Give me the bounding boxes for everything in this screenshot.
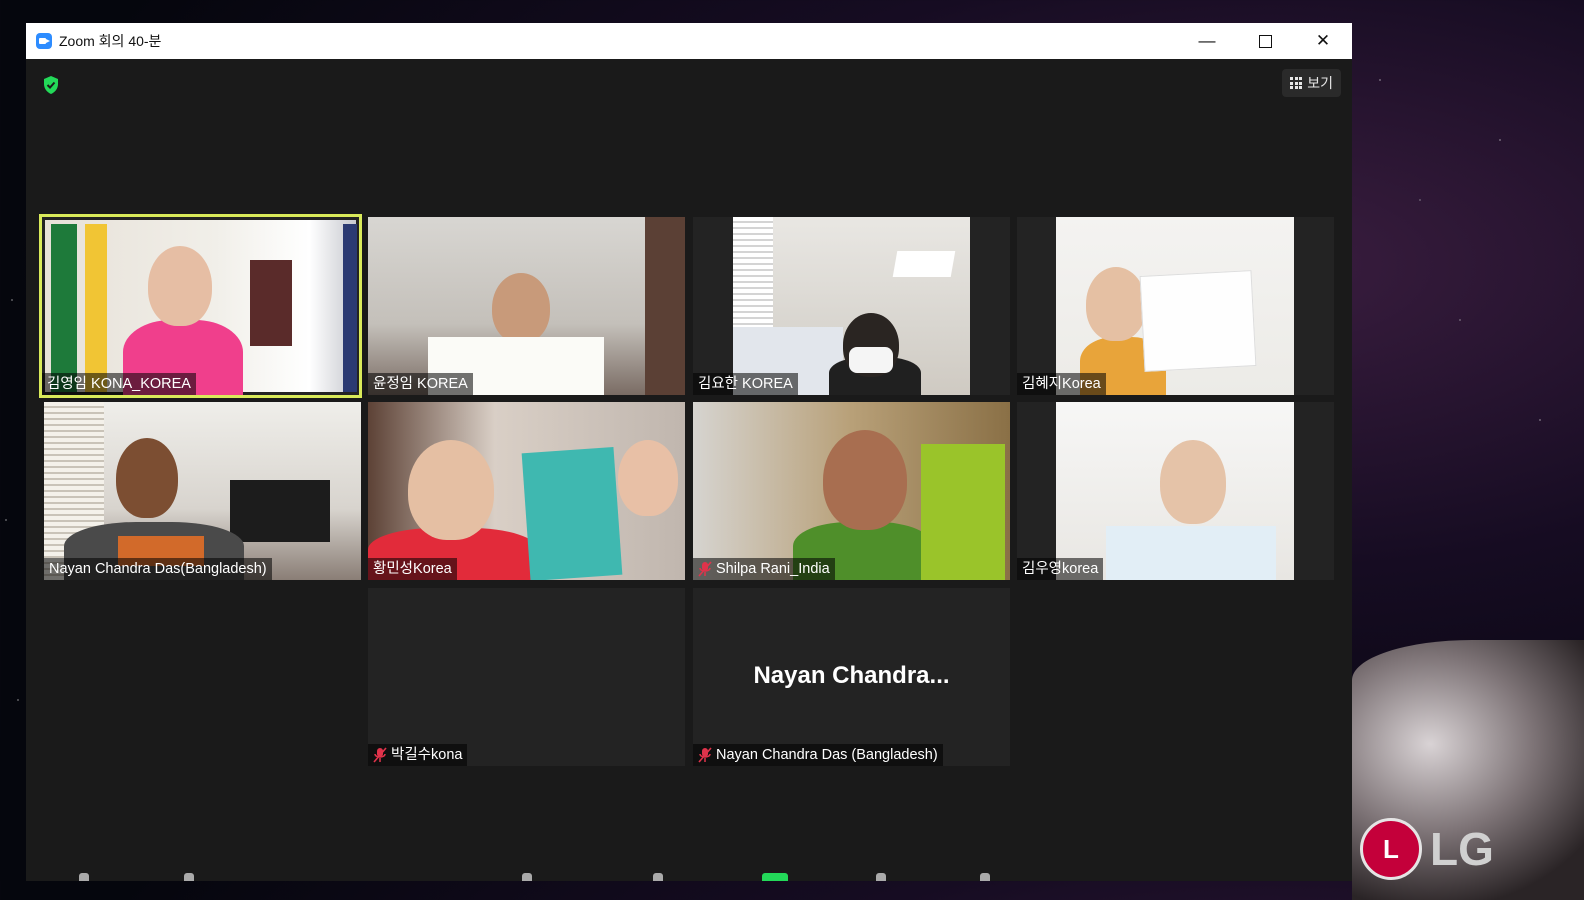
participant-name: 박길수kona (368, 744, 468, 766)
maximize-icon (1258, 34, 1272, 48)
shield-check-icon[interactable] (43, 76, 59, 94)
toolbar-participants-icon[interactable] (522, 873, 532, 881)
flag-prop (343, 224, 357, 392)
person-face (1086, 267, 1146, 341)
book-prop (921, 444, 1005, 580)
minimize-button[interactable]: — (1178, 23, 1236, 59)
person-face (116, 438, 178, 518)
video-feed (1056, 217, 1294, 395)
video-feed (368, 402, 685, 580)
participant-name: 김우영korea (1017, 558, 1104, 580)
video-tile-kim-yohan[interactable]: 김요한 KOREA (693, 217, 1010, 395)
drawing-paper (1139, 270, 1257, 372)
toolbar-reactions-icon[interactable] (980, 873, 990, 881)
video-tile-park-gilsu[interactable]: 박길수kona (368, 588, 685, 766)
book-prop (250, 260, 292, 346)
sign-banner-yellow (85, 224, 107, 392)
video-feed (733, 217, 970, 395)
participant-name: 김영임 KONA_KOREA (42, 373, 196, 395)
person-face-2 (618, 440, 678, 516)
video-tile-kim-youngim[interactable]: 김영임 KONA_KOREA (39, 214, 362, 398)
lg-logo-text: LG (1430, 823, 1494, 875)
video-feed (693, 402, 1010, 580)
lg-logo-mark: L (1360, 818, 1422, 880)
video-tile-shilpa[interactable]: Shilpa Rani_India (693, 402, 1010, 580)
close-icon: ✕ (1315, 31, 1331, 50)
person-face (823, 430, 907, 530)
participant-name: Nayan Chandra Das(Bangladesh) (44, 558, 272, 580)
video-feed (1056, 402, 1294, 580)
video-tile-hwang-minseong[interactable]: 황민성Korea (368, 402, 685, 580)
person-face (492, 273, 550, 343)
participant-name: 황민성Korea (368, 558, 457, 580)
view-button-label: 보기 (1307, 75, 1333, 91)
mic-muted-icon (698, 747, 712, 763)
grid-icon (1290, 77, 1303, 89)
participant-name: 윤정임 KOREA (368, 373, 473, 395)
lg-logo: L LG (1360, 818, 1494, 880)
video-feed (368, 217, 685, 395)
toolbar-video-icon[interactable] (184, 873, 194, 881)
participant-name: Shilpa Rani_India (693, 558, 835, 580)
sign-banner (51, 224, 77, 392)
participant-name: Nayan Chandra Das (Bangladesh) (693, 744, 943, 766)
mic-muted-icon (373, 747, 387, 763)
participant-name: 김혜지Korea (1017, 373, 1106, 395)
title-bar: Zoom 회의 40-분 — ✕ (26, 23, 1352, 59)
zoom-window: Zoom 회의 40-분 — ✕ 보기 김영임 KONA_KOREA 윤정임 K… (26, 23, 1352, 881)
zoom-app-icon (36, 33, 52, 49)
person-face (148, 246, 212, 326)
ceiling-light (892, 251, 956, 277)
toolbar-share-icon[interactable] (762, 873, 788, 881)
video-tile-nayan-2[interactable]: Nayan Chandra... Nayan Chandra Das (Bang… (693, 588, 1010, 766)
video-tile-kim-hyeji[interactable]: 김혜지Korea (1017, 217, 1334, 395)
toolbar-chat-icon[interactable] (653, 873, 663, 881)
person-face (408, 440, 494, 540)
window-title: Zoom 회의 40-분 (59, 33, 162, 49)
window-controls: — ✕ (1178, 23, 1352, 59)
close-button[interactable]: ✕ (1294, 23, 1352, 59)
video-tile-kim-wooyoung[interactable]: 김우영korea (1017, 402, 1334, 580)
video-feed (44, 402, 361, 580)
maximize-button[interactable] (1236, 23, 1294, 59)
toolbar-mic-icon[interactable] (79, 873, 89, 881)
drawing-paper (1106, 526, 1276, 580)
minimize-icon: — (1198, 31, 1216, 50)
person-face (1160, 440, 1226, 524)
face-mask (849, 347, 893, 373)
view-button[interactable]: 보기 (1282, 69, 1341, 97)
computer-monitor (230, 480, 330, 542)
video-tile-nayan[interactable]: Nayan Chandra Das(Bangladesh) (44, 402, 361, 580)
mic-muted-icon (698, 561, 712, 577)
video-tile-yoon-jungim[interactable]: 윤정임 KOREA (368, 217, 685, 395)
book-prop (521, 446, 623, 580)
participant-name: 김요한 KOREA (693, 373, 798, 395)
kitchen-tiles (645, 217, 685, 395)
video-feed (45, 220, 357, 395)
meeting-toolbar-partial (26, 867, 1352, 881)
participant-display-name: Nayan Chandra... (753, 662, 950, 689)
toolbar-record-icon[interactable] (876, 873, 886, 881)
